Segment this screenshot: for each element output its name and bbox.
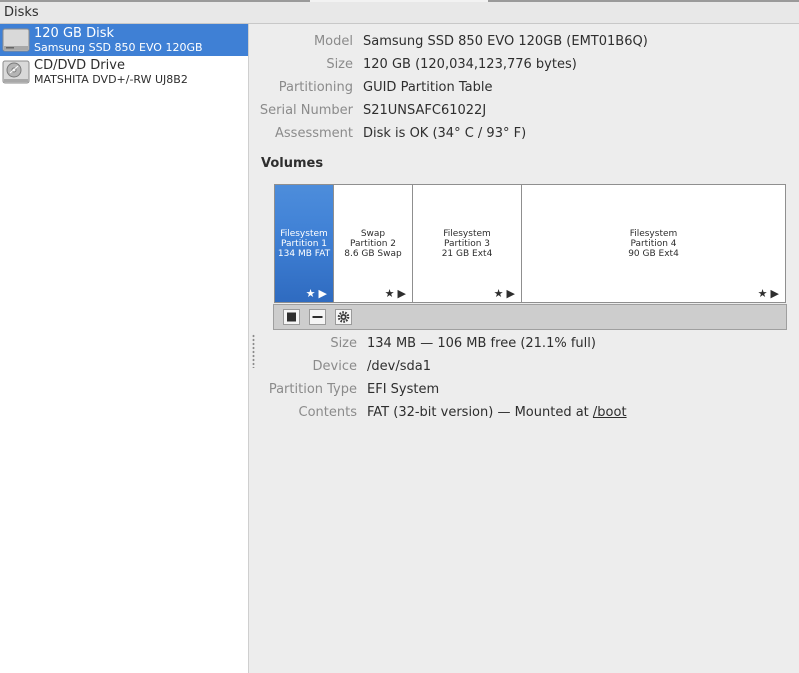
volume-size-label: Size	[330, 336, 357, 351]
partition-number: Partition 4	[630, 239, 677, 249]
pane-splitter-handle[interactable]	[252, 334, 255, 368]
partition-size: 21 GB Ext4	[441, 249, 493, 259]
serial-number-label: Serial Number	[259, 103, 353, 118]
device-value: /dev/sda1	[367, 359, 431, 374]
assessment-label: Assessment	[275, 126, 353, 141]
partition-type: Filesystem	[443, 229, 491, 239]
partition-type-value: EFI System	[367, 382, 440, 397]
play-icon: ▶	[397, 287, 406, 300]
partition-3[interactable]: Filesystem Partition 3 21 GB Ext4 ★ ▶	[413, 185, 522, 302]
disk-item-120gb[interactable]: 120 GB Disk Samsung SSD 850 EVO 120GB	[0, 24, 248, 56]
partition-1[interactable]: Filesystem Partition 1 134 MB FAT ★ ▶	[275, 185, 334, 302]
device-label: Device	[312, 359, 357, 374]
contents-label: Contents	[298, 405, 357, 420]
partition-number: Partition 1	[280, 239, 328, 249]
volumes-title: Volumes	[261, 156, 324, 171]
contents-text: FAT (32-bit version) — Mounted at	[367, 405, 593, 420]
partitioning-label: Partitioning	[278, 80, 353, 95]
disks-header-title: Disks	[4, 5, 39, 20]
disk-item-subtitle: MATSHITA DVD+/-RW UJ8B2	[34, 73, 188, 86]
assessment-value: Disk is OK (34° C / 93° F)	[363, 126, 527, 141]
optical-drive-icon	[2, 58, 30, 86]
partition-size: 134 MB FAT	[277, 249, 331, 259]
play-icon: ▶	[770, 287, 779, 300]
disk-list: 120 GB Disk Samsung SSD 850 EVO 120GB CD…	[0, 24, 249, 673]
mount-point-link[interactable]: /boot	[593, 405, 627, 420]
partition-4[interactable]: Filesystem Partition 4 90 GB Ext4 ★ ▶	[522, 185, 785, 302]
disks-header: Disks	[0, 2, 799, 24]
partition-type: Filesystem	[280, 229, 328, 239]
volume-size-value: 134 MB — 106 MB free (21.1% full)	[367, 336, 596, 351]
partition-number: Partition 3	[443, 239, 491, 249]
contents-value: FAT (32-bit version) — Mounted at /boot	[367, 405, 627, 420]
partition-type: Swap	[360, 229, 386, 239]
star-icon: ★	[493, 287, 504, 300]
volume-toolbar	[273, 304, 787, 330]
play-icon: ▶	[506, 287, 515, 300]
stop-icon[interactable]	[283, 309, 300, 325]
partition-2[interactable]: Swap Partition 2 8.6 GB Swap ★ ▶	[334, 185, 413, 302]
partition-type: Filesystem	[629, 229, 678, 239]
disk-item-name: CD/DVD Drive	[34, 58, 125, 73]
partition-number: Partition 2	[349, 239, 397, 249]
hard-disk-icon	[2, 26, 30, 54]
size-label: Size	[326, 57, 353, 72]
size-value: 120 GB (120,034,123,776 bytes)	[363, 57, 577, 72]
partitioning-value: GUID Partition Table	[363, 80, 493, 95]
partition-size: 90 GB Ext4	[628, 249, 679, 259]
disk-item-subtitle: Samsung SSD 850 EVO 120GB	[34, 41, 203, 54]
partition-type-label: Partition Type	[268, 382, 357, 397]
gear-icon[interactable]	[335, 309, 352, 325]
model-value: Samsung SSD 850 EVO 120GB (EMT01B6Q)	[363, 34, 648, 49]
play-icon: ▶	[318, 287, 327, 300]
star-icon: ★	[305, 287, 316, 300]
partition-size: 8.6 GB Swap	[344, 249, 402, 259]
star-icon: ★	[384, 287, 395, 300]
serial-number-value: S21UNSAFC61022J	[363, 103, 487, 118]
minus-icon[interactable]	[309, 309, 326, 325]
disk-item-name: 120 GB Disk	[34, 26, 114, 41]
disk-item-cd-dvd[interactable]: CD/DVD Drive MATSHITA DVD+/-RW UJ8B2	[0, 56, 248, 88]
volume-map: Filesystem Partition 1 134 MB FAT ★ ▶ Swa…	[274, 184, 786, 303]
star-icon: ★	[757, 287, 768, 300]
model-label: Model	[313, 34, 353, 49]
